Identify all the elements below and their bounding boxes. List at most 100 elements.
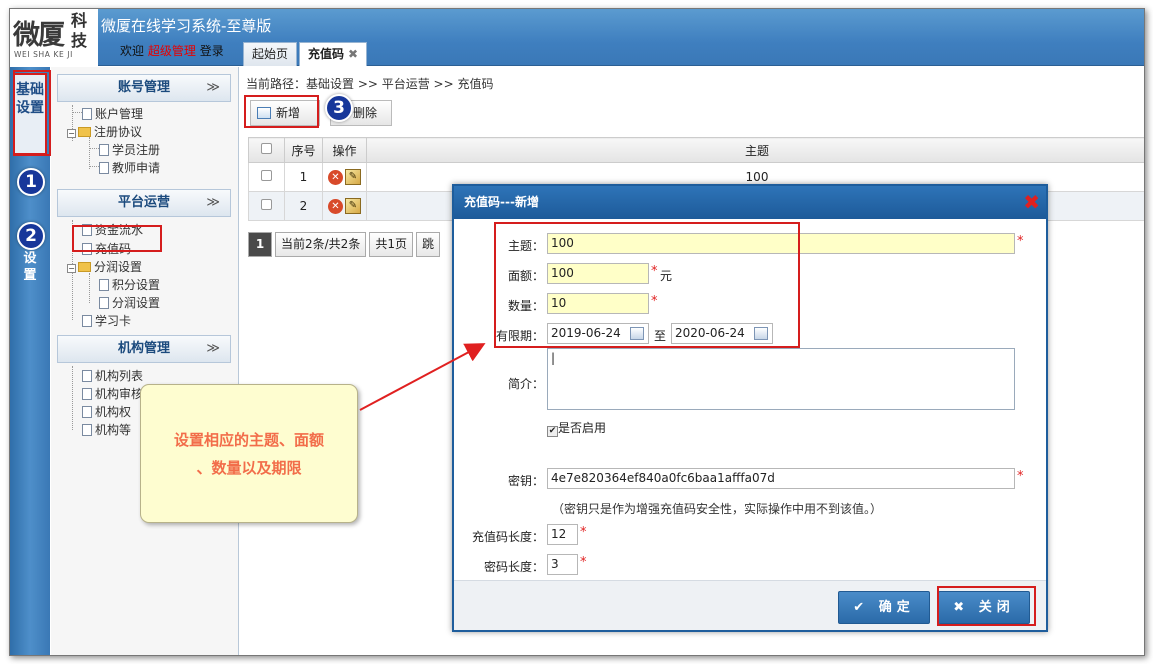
tree-line: [89, 166, 99, 167]
column-header[interactable]: 主题: [366, 137, 1144, 163]
tree-item[interactable]: 教师申请: [99, 159, 160, 176]
intro-textarea[interactable]: |: [547, 348, 1015, 410]
enabled-label: 是否启用: [558, 421, 607, 435]
tree-item[interactable]: 分润设置: [99, 294, 160, 311]
edit-icon[interactable]: ✎: [345, 198, 361, 214]
dialog-title: 充值码---新增: [454, 186, 1046, 219]
confirm-button-label: 确定: [878, 600, 915, 615]
step-badge-1: 1: [17, 168, 45, 196]
column-header[interactable]: 操作: [322, 137, 367, 163]
checkbox[interactable]: [261, 143, 272, 154]
tab-label: 充值码: [308, 47, 345, 61]
row-index: 2: [284, 191, 323, 221]
tab-bar: 起始页 充值码 ✖: [243, 42, 369, 66]
document-icon: [82, 388, 92, 400]
checkmark-icon[interactable]: ✔: [547, 426, 558, 437]
tree-item-label: 学习卡: [95, 314, 132, 328]
tree-folder[interactable]: − 分润设置: [67, 258, 142, 275]
page-summary: 当前2条/共2条: [275, 232, 367, 257]
intro-label: 简介：: [507, 377, 544, 391]
section-title: 机构管理: [117, 341, 170, 356]
welcome-text: 欢迎 超级管理 登录: [120, 42, 224, 59]
document-icon: [82, 406, 92, 418]
row-actions: ✕ ✎: [322, 191, 367, 221]
highlight-recharge-code: [72, 225, 162, 252]
chevron-down-icon: ≫: [206, 341, 220, 356]
tooltip-callout: 设置相应的主题、面额 、数量以及期限: [140, 384, 358, 523]
tree-item[interactable]: 机构权: [82, 403, 131, 420]
tree-item[interactable]: 机构审核: [82, 385, 143, 402]
tree-item[interactable]: 机构列表: [82, 367, 143, 384]
required-mark: *: [1017, 234, 1024, 249]
secret-input[interactable]: 4e7e820364ef840a0fc6baa1afffa07d: [547, 468, 1015, 489]
tree-item-label: 账户管理: [95, 107, 144, 121]
secret-label: 密钥：: [507, 474, 544, 488]
tree-item[interactable]: 机构等: [82, 421, 131, 438]
document-icon: [99, 162, 109, 174]
welcome-suffix: 登录: [199, 44, 224, 58]
nav-settings[interactable]: 设置: [20, 250, 40, 284]
row-checkbox-cell[interactable]: [248, 162, 285, 192]
close-tab-icon[interactable]: ✖: [348, 47, 358, 61]
chevron-down-icon: ≫: [206, 80, 220, 95]
enabled-checkbox[interactable]: ✔ 是否启用: [547, 419, 606, 437]
chevron-down-icon: ≫: [206, 195, 220, 210]
user-role-link[interactable]: 超级管理: [148, 44, 196, 58]
close-icon[interactable]: ✖: [1023, 190, 1040, 214]
tree-item-label: 机构等: [95, 423, 132, 437]
section-org-management[interactable]: 机构管理 ≫: [57, 335, 231, 363]
tree-folder[interactable]: − 注册协议: [67, 123, 142, 140]
section-platform-operations[interactable]: 平台运营 ≫: [57, 189, 231, 217]
page-count: 共1页: [369, 232, 413, 257]
code-length-input[interactable]: 12: [547, 524, 578, 545]
tree-line: [89, 137, 90, 169]
tree-line: [72, 366, 73, 430]
tree-item[interactable]: 积分设置: [99, 276, 160, 293]
tree-item[interactable]: 账户管理: [82, 105, 143, 122]
confirm-button[interactable]: ✔ 确定: [838, 591, 930, 624]
delete-icon[interactable]: ✕: [328, 169, 343, 185]
sidebar: 账号管理 ≫ 账户管理 − 注册协议 学员注册 教师申请 平台运营 ≫ 资金流水 充值…: [51, 67, 239, 655]
tab-start-page[interactable]: 起始页: [243, 42, 298, 66]
tab-label: 起始页: [252, 47, 289, 61]
row-checkbox-cell[interactable]: [248, 191, 285, 221]
tree-item-label: 学员注册: [112, 143, 161, 157]
tree-item-label: 分润设置: [112, 296, 161, 310]
select-all-checkbox[interactable]: [248, 137, 285, 163]
welcome-prefix: 欢迎: [120, 44, 145, 58]
highlight-dialog-buttons: [937, 586, 1036, 626]
document-icon: [82, 315, 92, 327]
secret-length-input[interactable]: 3: [547, 554, 578, 575]
tree-item[interactable]: 学员注册: [99, 141, 160, 158]
tree-line: [89, 148, 99, 149]
section-title: 账号管理: [117, 80, 170, 95]
collapse-icon[interactable]: −: [67, 264, 76, 273]
tab-recharge-code[interactable]: 充值码 ✖: [299, 42, 368, 66]
required-mark: *: [1017, 469, 1024, 484]
tree-item[interactable]: 学习卡: [82, 312, 131, 329]
page-current[interactable]: 1: [248, 232, 272, 257]
column-header[interactable]: 序号: [284, 137, 323, 163]
breadcrumb: 当前路径：基础设置 >> 平台运营 >> 充值码: [246, 77, 494, 91]
delete-icon[interactable]: ✕: [328, 198, 343, 214]
checkbox[interactable]: [261, 170, 272, 181]
delete-button-label: 删除: [353, 106, 378, 120]
row-actions: ✕ ✎: [322, 162, 367, 192]
row-index: 1: [284, 162, 323, 192]
callout-line-1: 设置相应的主题、面额: [173, 431, 324, 449]
secret-note: （密钥只是作为增强充值码安全性，实际操作中用不到该值。）: [552, 502, 883, 516]
document-icon: [99, 144, 109, 156]
page-jump[interactable]: 跳: [415, 232, 440, 257]
edit-icon[interactable]: ✎: [345, 169, 361, 185]
document-icon: [82, 108, 92, 120]
intro-value: |: [551, 351, 556, 365]
pager: 1 当前2条/共2条 共1页 跳: [248, 232, 443, 257]
highlight-add-button: [244, 95, 319, 128]
secret-length-label: 密码长度：: [483, 560, 544, 574]
section-account-management[interactable]: 账号管理 ≫: [57, 74, 231, 102]
checkbox[interactable]: [261, 199, 272, 210]
collapse-icon[interactable]: −: [67, 129, 76, 138]
app-title: 微厦在线学习系统-至尊版: [101, 17, 272, 35]
tree-line: [89, 273, 90, 303]
tree-line: [72, 112, 82, 113]
